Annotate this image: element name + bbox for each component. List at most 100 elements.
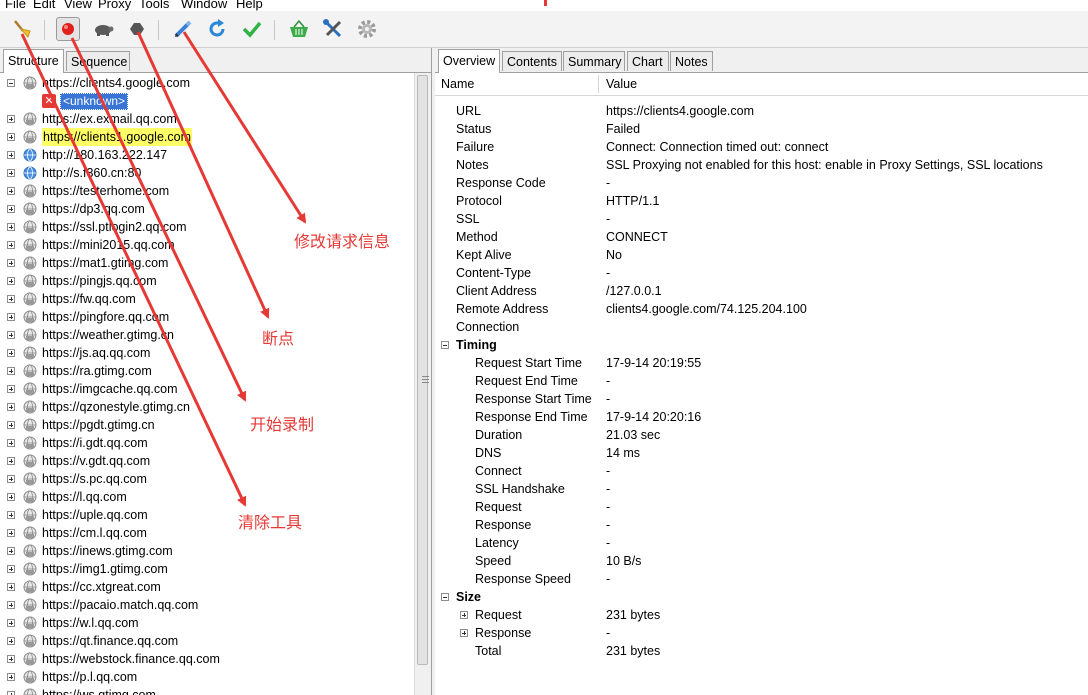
property-row[interactable]: Response Code - bbox=[435, 174, 1088, 192]
expand-icon[interactable] bbox=[7, 637, 15, 645]
tab-sequence[interactable]: Sequence bbox=[66, 51, 130, 71]
property-row[interactable]: Content-Type - bbox=[435, 264, 1088, 282]
tree-host-row[interactable]: https://qt.finance.qq.com bbox=[0, 632, 414, 650]
property-row[interactable]: Notes SSL Proxying not enabled for this h… bbox=[435, 156, 1088, 174]
property-row[interactable]: Latency - bbox=[435, 534, 1088, 552]
expand-icon[interactable] bbox=[7, 583, 15, 591]
property-row[interactable]: Response Start Time - bbox=[435, 390, 1088, 408]
broom-icon[interactable] bbox=[9, 17, 33, 41]
property-row[interactable]: Request End Time - bbox=[435, 372, 1088, 390]
property-row[interactable]: Duration 21.03 sec bbox=[435, 426, 1088, 444]
expand-icon[interactable] bbox=[7, 457, 15, 465]
tree-host-row[interactable]: https://pgdt.gtimg.cn bbox=[0, 416, 414, 434]
tab-summary[interactable]: Summary bbox=[563, 51, 625, 71]
tree-scrollbar[interactable] bbox=[414, 73, 431, 695]
property-row[interactable]: Method CONNECT bbox=[435, 228, 1088, 246]
column-value[interactable]: Value bbox=[606, 73, 637, 95]
tree-host-row[interactable]: https://dp3.qq.com bbox=[0, 200, 414, 218]
column-name[interactable]: Name bbox=[441, 73, 474, 95]
tree-host-row[interactable]: https://clients4.google.com bbox=[0, 74, 414, 92]
tree-host-row[interactable]: https://js.aq.qq.com bbox=[0, 344, 414, 362]
tree-host-row[interactable]: https://imgcache.qq.com bbox=[0, 380, 414, 398]
expand-icon[interactable] bbox=[460, 629, 468, 637]
tree-host-row[interactable]: https://cc.xtgreat.com bbox=[0, 578, 414, 596]
tree-host-row[interactable]: https://s.pc.qq.com bbox=[0, 470, 414, 488]
expand-icon[interactable] bbox=[7, 619, 15, 627]
tree-host-row[interactable]: https://ws.gtimg.com bbox=[0, 686, 414, 695]
tree-host-row[interactable]: https://p.l.qq.com bbox=[0, 668, 414, 686]
expand-icon[interactable] bbox=[7, 331, 15, 339]
expand-icon[interactable] bbox=[7, 367, 15, 375]
tree-host-row[interactable]: https://w.l.qq.com bbox=[0, 614, 414, 632]
tree-host-row[interactable]: https://l.qq.com bbox=[0, 488, 414, 506]
expand-icon[interactable] bbox=[7, 385, 15, 393]
property-row[interactable]: Remote Address clients4.google.com/74.125… bbox=[435, 300, 1088, 318]
expand-icon[interactable] bbox=[7, 673, 15, 681]
tree-host-row[interactable]: https://clients1.google.com bbox=[0, 128, 414, 146]
scrollbar-thumb[interactable] bbox=[417, 75, 429, 665]
tools-icon[interactable] bbox=[321, 17, 345, 41]
tab-structure[interactable]: Structure bbox=[3, 49, 64, 73]
menu-help[interactable]: Help bbox=[236, 0, 263, 11]
tree-host-row[interactable]: https://fw.qq.com bbox=[0, 290, 414, 308]
property-row[interactable]: Response End Time 17-9-14 20:20:16 bbox=[435, 408, 1088, 426]
property-row[interactable]: Connection bbox=[435, 318, 1088, 336]
expand-icon[interactable] bbox=[7, 691, 15, 695]
expand-icon[interactable] bbox=[7, 277, 15, 285]
expand-icon[interactable] bbox=[7, 565, 15, 573]
menu-proxy[interactable]: Proxy bbox=[98, 0, 131, 11]
refresh-icon[interactable] bbox=[205, 17, 229, 41]
column-divider[interactable] bbox=[598, 75, 599, 93]
checkmark-icon[interactable] bbox=[240, 17, 264, 41]
property-row[interactable]: DNS 14 ms bbox=[435, 444, 1088, 462]
expand-icon[interactable] bbox=[7, 187, 15, 195]
property-row[interactable]: Request 231 bytes bbox=[435, 606, 1088, 624]
expand-icon[interactable] bbox=[7, 205, 15, 213]
property-row[interactable]: URL https://clients4.google.com bbox=[435, 102, 1088, 120]
menu-tools[interactable]: Tools bbox=[139, 0, 169, 11]
tab-chart[interactable]: Chart bbox=[627, 51, 669, 71]
expand-icon[interactable] bbox=[7, 547, 15, 555]
tree-host-row[interactable]: https://ra.gtimg.com bbox=[0, 362, 414, 380]
property-row[interactable]: Protocol HTTP/1.1 bbox=[435, 192, 1088, 210]
collapse-icon[interactable] bbox=[441, 341, 449, 349]
expand-icon[interactable] bbox=[7, 601, 15, 609]
expand-icon[interactable] bbox=[7, 511, 15, 519]
menu-view[interactable]: View bbox=[64, 0, 92, 11]
expand-icon[interactable] bbox=[7, 529, 15, 537]
expand-icon[interactable] bbox=[7, 349, 15, 357]
property-row[interactable]: Request Start Time 17-9-14 20:19:55 bbox=[435, 354, 1088, 372]
tree-host-row[interactable]: https://pacaio.match.qq.com bbox=[0, 596, 414, 614]
menu-window[interactable]: Window bbox=[181, 0, 227, 11]
property-row[interactable]: SSL - bbox=[435, 210, 1088, 228]
expand-icon[interactable] bbox=[7, 115, 15, 123]
tab-notes[interactable]: Notes bbox=[670, 51, 713, 71]
tab-contents[interactable]: Contents bbox=[502, 51, 562, 71]
tree-host-row[interactable]: http://s.f360.cn:80 bbox=[0, 164, 414, 182]
property-row[interactable]: Response Speed - bbox=[435, 570, 1088, 588]
pen-icon[interactable] bbox=[171, 17, 195, 41]
property-row[interactable]: Speed 10 B/s bbox=[435, 552, 1088, 570]
settings-gear-icon[interactable] bbox=[355, 17, 379, 41]
tree-host-row[interactable]: https://weather.gtimg.cn bbox=[0, 326, 414, 344]
tree-host-row[interactable]: https://i.gdt.qq.com bbox=[0, 434, 414, 452]
tree-host-row[interactable]: https://ex.exmail.qq.com bbox=[0, 110, 414, 128]
expand-icon[interactable] bbox=[7, 403, 15, 411]
property-row[interactable]: Failure Connect: Connection timed out: co… bbox=[435, 138, 1088, 156]
expand-icon[interactable] bbox=[7, 475, 15, 483]
tree-host-row[interactable]: https://inews.gtimg.com bbox=[0, 542, 414, 560]
throttle-turtle-icon[interactable] bbox=[91, 17, 115, 41]
expand-icon[interactable] bbox=[460, 611, 468, 619]
property-row[interactable]: Total 231 bytes bbox=[435, 642, 1088, 660]
basket-icon[interactable] bbox=[287, 17, 311, 41]
expand-icon[interactable] bbox=[7, 493, 15, 501]
expand-icon[interactable] bbox=[7, 133, 15, 141]
expand-icon[interactable] bbox=[7, 421, 15, 429]
expand-icon[interactable] bbox=[7, 655, 15, 663]
section-size[interactable]: Size bbox=[435, 588, 1088, 606]
property-row[interactable]: Kept Alive No bbox=[435, 246, 1088, 264]
expand-icon[interactable] bbox=[7, 241, 15, 249]
expand-icon[interactable] bbox=[7, 169, 15, 177]
collapse-icon[interactable] bbox=[7, 79, 15, 87]
tree-host-row[interactable]: https://v.gdt.qq.com bbox=[0, 452, 414, 470]
